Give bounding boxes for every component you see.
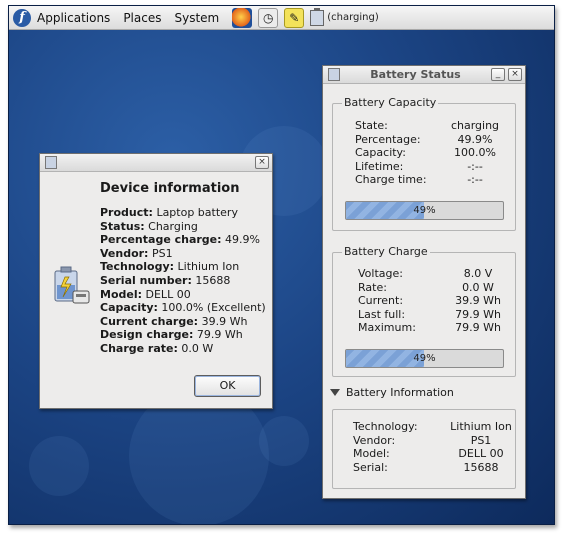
info-row-vendor: Vendor: PS1: [100, 246, 173, 260]
battery-app-icon: [45, 156, 57, 169]
info-row-product: Product: Laptop battery: [100, 206, 238, 219]
information-list: Technology: Lithium Ion Vendor: PS1 Model:…: [353, 420, 520, 474]
charge-row-rate: Rate: 0.0 W: [358, 280, 494, 294]
charge-progress-bar: 49%: [345, 349, 504, 368]
info-row-technology: Technology: Lithium Ion: [100, 260, 240, 274]
capacity-row-percentage: Percentage: 49.9%: [355, 132, 493, 146]
minimize-button[interactable]: _: [491, 68, 505, 81]
close-button[interactable]: ×: [255, 156, 269, 169]
window-titlebar[interactable]: Battery Status _ ×: [323, 66, 525, 84]
information-row-technology: Technology: Lithium Ion: [353, 420, 512, 433]
info-row-capacity: Capacity: 100.0% (Excellent): [100, 301, 266, 315]
capacity-progress-bar: 49%: [345, 201, 504, 220]
device-info-list: Product: Laptop battery Status: Charging…: [100, 206, 266, 356]
notes-icon[interactable]: ✎: [284, 7, 305, 28]
window-title: Battery Status: [370, 68, 461, 81]
applications-menu[interactable]: Applications: [37, 11, 110, 25]
battery-app-icon: [328, 68, 340, 81]
info-row-status: Status: Charging: [100, 219, 198, 233]
charge-progress-text: 49%: [413, 353, 436, 364]
info-row-model: Model: DELL 00: [100, 287, 191, 301]
wallpaper-bubble: [29, 436, 89, 496]
device-information-dialog: × Device information Product: Laptop bat…: [39, 153, 273, 409]
info-row-serial: Serial number: 15688: [100, 273, 231, 287]
battery-charge-label: Battery Charge: [342, 245, 430, 258]
capacity-row-capacity: Capacity: 100.0%: [355, 146, 496, 160]
battery-status-window: Battery Status _ × Battery Capacity Stat…: [322, 65, 526, 499]
ok-button[interactable]: OK: [194, 375, 261, 397]
capacity-row-state: State: charging: [355, 119, 500, 132]
charge-row-maximum: Maximum: 79.9 Wh: [358, 321, 501, 335]
battery-information-expander[interactable]: Battery Information: [330, 386, 454, 399]
dialog-titlebar[interactable]: ×: [40, 154, 272, 172]
capacity-row-lifetime: Lifetime: -:--: [355, 159, 483, 173]
expander-arrow-icon: [330, 389, 340, 396]
capacity-row-charge-time: Charge time: -:--: [355, 173, 483, 187]
battery-information-label: Battery Information: [346, 386, 454, 399]
charge-list: Voltage: 8.0 V Rate: 0.0 W Current: 39.9 Wh…: [358, 267, 509, 335]
battery-capacity-label: Battery Capacity: [342, 96, 439, 109]
battery-status-text: (charging): [327, 12, 379, 23]
info-row-design-charge: Design charge: 79.9 Wh: [100, 328, 243, 342]
close-button[interactable]: ×: [508, 68, 522, 81]
information-row-model: Model: DELL 00: [353, 447, 504, 461]
charge-row-current: Current: 39.9 Wh: [358, 294, 501, 308]
places-menu[interactable]: Places: [123, 11, 161, 25]
fedora-logo-icon[interactable]: f: [13, 8, 31, 27]
info-row-percentage: Percentage charge: 49.9%: [100, 233, 260, 247]
dialog-heading: Device information: [100, 181, 240, 196]
battery-device-icon: [54, 266, 90, 304]
battery-icon[interactable]: [310, 7, 325, 26]
clock-app-icon[interactable]: ◷: [258, 7, 279, 28]
firefox-icon[interactable]: [232, 7, 253, 28]
charge-row-last-full: Last full: 79.9 Wh: [358, 307, 501, 321]
information-row-vendor: Vendor: PS1: [353, 433, 492, 447]
charge-row-voltage: Voltage: 8.0 V: [358, 267, 493, 280]
information-row-serial: Serial: 15688: [353, 460, 499, 474]
system-menu[interactable]: System: [174, 11, 219, 25]
capacity-list: State: charging Percentage: 49.9% Capacity…: [355, 119, 506, 187]
wallpaper-bubble: [259, 416, 309, 466]
info-row-charge-rate: Charge rate: 0.0 W: [100, 341, 214, 355]
capacity-progress-text: 49%: [413, 205, 436, 216]
top-panel: f Applications Places System ◷ ✎ (chargi…: [9, 6, 554, 30]
info-row-current-charge: Current charge: 39.9 Wh: [100, 314, 248, 328]
desktop: f Applications Places System ◷ ✎ (chargi…: [8, 5, 555, 525]
